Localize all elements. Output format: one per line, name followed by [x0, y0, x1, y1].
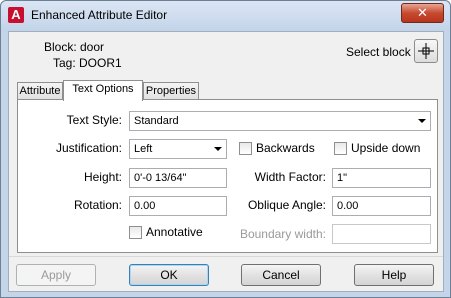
autocad-app-icon: A [8, 7, 24, 23]
justification-value: Left [134, 143, 153, 155]
annotative-checkbox[interactable] [129, 226, 142, 239]
title-bar[interactable]: A Enhanced Attribute Editor ✕ [1, 1, 450, 31]
width-factor-label: Width Factor: [254, 170, 326, 184]
justification-dropdown[interactable]: Left [129, 139, 227, 159]
text-style-value: Standard [134, 115, 179, 127]
tab-properties[interactable]: Properties [143, 82, 199, 100]
height-input[interactable]: 0'-0 13/64" [129, 168, 227, 188]
select-block-button[interactable] [414, 39, 438, 63]
close-button[interactable]: ✕ [401, 3, 444, 23]
boundary-width-input[interactable] [332, 224, 431, 244]
dialog-window: A Enhanced Attribute Editor ✕ Block: doo… [0, 0, 451, 298]
text-style-dropdown[interactable]: Standard [129, 111, 431, 131]
cancel-button[interactable]: Cancel [241, 264, 321, 286]
chevron-down-icon [418, 119, 426, 123]
block-name-label: Block: door [44, 40, 105, 54]
select-block-label: Select block [346, 45, 411, 59]
upside-down-checkbox[interactable] [334, 142, 347, 155]
upside-down-label: Upside down [351, 141, 421, 155]
help-button[interactable]: Help [354, 264, 434, 286]
text-style-label: Text Style: [66, 113, 122, 127]
oblique-angle-input[interactable]: 0.00 [332, 196, 431, 216]
button-divider [9, 256, 443, 257]
apply-button[interactable]: Apply [16, 264, 96, 286]
chevron-down-icon [214, 147, 222, 151]
rotation-input[interactable]: 0.00 [129, 196, 227, 216]
boundary-width-label: Boundary width: [239, 227, 326, 241]
backwards-label: Backwards [256, 141, 315, 155]
annotative-label: Annotative [146, 225, 203, 239]
dialog-client-area: Block: door Tag: DOOR1 Select block Attr… [8, 31, 444, 292]
ok-button[interactable]: OK [129, 264, 209, 286]
backwards-checkbox[interactable] [239, 142, 252, 155]
justification-label: Justification: [55, 141, 122, 155]
height-label: Height: [83, 170, 122, 184]
rotation-label: Rotation: [73, 198, 122, 212]
tab-attribute[interactable]: Attribute [17, 82, 63, 100]
crosshair-pick-icon [418, 43, 434, 59]
oblique-angle-label: Oblique Angle: [247, 198, 326, 212]
tab-text-options[interactable]: Text Options [63, 80, 143, 101]
tag-name-label: Tag: DOOR1 [53, 56, 122, 70]
text-options-panel: Text Style: Standard Justification: Left… [17, 99, 438, 253]
window-title: Enhanced Attribute Editor [31, 8, 168, 22]
width-factor-input[interactable]: 1" [332, 168, 431, 188]
